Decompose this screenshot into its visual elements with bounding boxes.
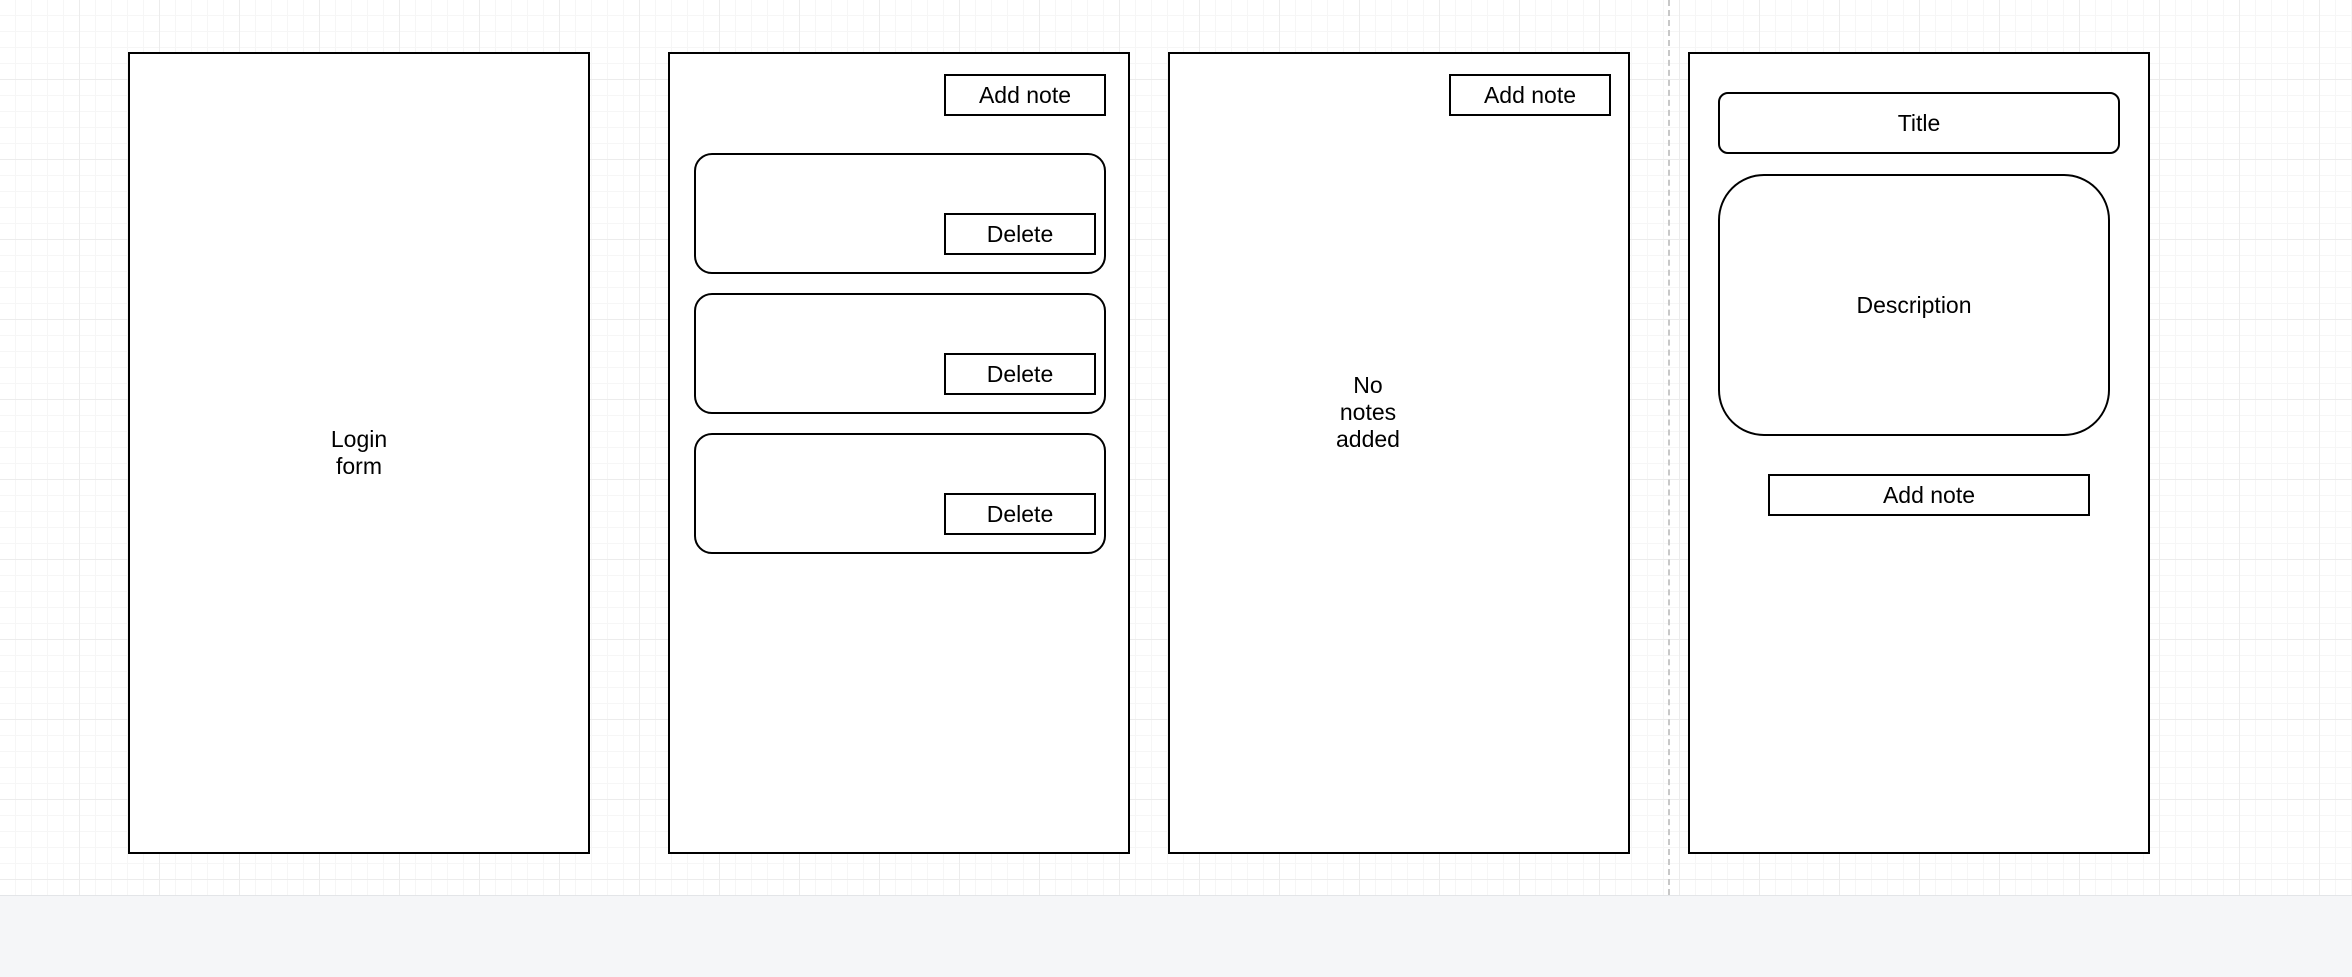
bottom-toolbar	[0, 895, 2352, 977]
login-label-line2: form	[336, 453, 382, 479]
delete-button[interactable]: Delete	[944, 213, 1096, 255]
empty-line2: notes	[1339, 399, 1397, 425]
delete-button[interactable]: Delete	[944, 353, 1096, 395]
add-note-screen-frame[interactable]: Title Description Add note	[1688, 52, 2150, 854]
empty-line1: No	[1353, 372, 1383, 398]
login-form-label: Login form	[130, 426, 588, 480]
empty-state-message: No notes added	[1268, 372, 1468, 453]
login-label-line1: Login	[330, 426, 388, 452]
note-card[interactable]: Delete	[694, 293, 1106, 414]
add-note-button[interactable]: Add note	[1449, 74, 1611, 116]
delete-button[interactable]: Delete	[944, 493, 1096, 535]
note-card[interactable]: Delete	[694, 433, 1106, 554]
empty-notes-screen-frame[interactable]: Add note No notes added	[1168, 52, 1630, 854]
empty-line3: added	[1336, 426, 1400, 452]
description-field[interactable]: Description	[1718, 174, 2110, 436]
notes-list-screen-frame[interactable]: Add note Delete Delete Delete	[668, 52, 1130, 854]
page-break-line	[1668, 0, 1670, 895]
note-card[interactable]: Delete	[694, 153, 1106, 274]
title-field[interactable]: Title	[1718, 92, 2120, 154]
login-screen-frame[interactable]: Login form	[128, 52, 590, 854]
submit-add-note-button[interactable]: Add note	[1768, 474, 2090, 516]
add-note-button[interactable]: Add note	[944, 74, 1106, 116]
diagram-canvas[interactable]: Login form Add note Delete Delete Delete…	[0, 0, 2352, 895]
